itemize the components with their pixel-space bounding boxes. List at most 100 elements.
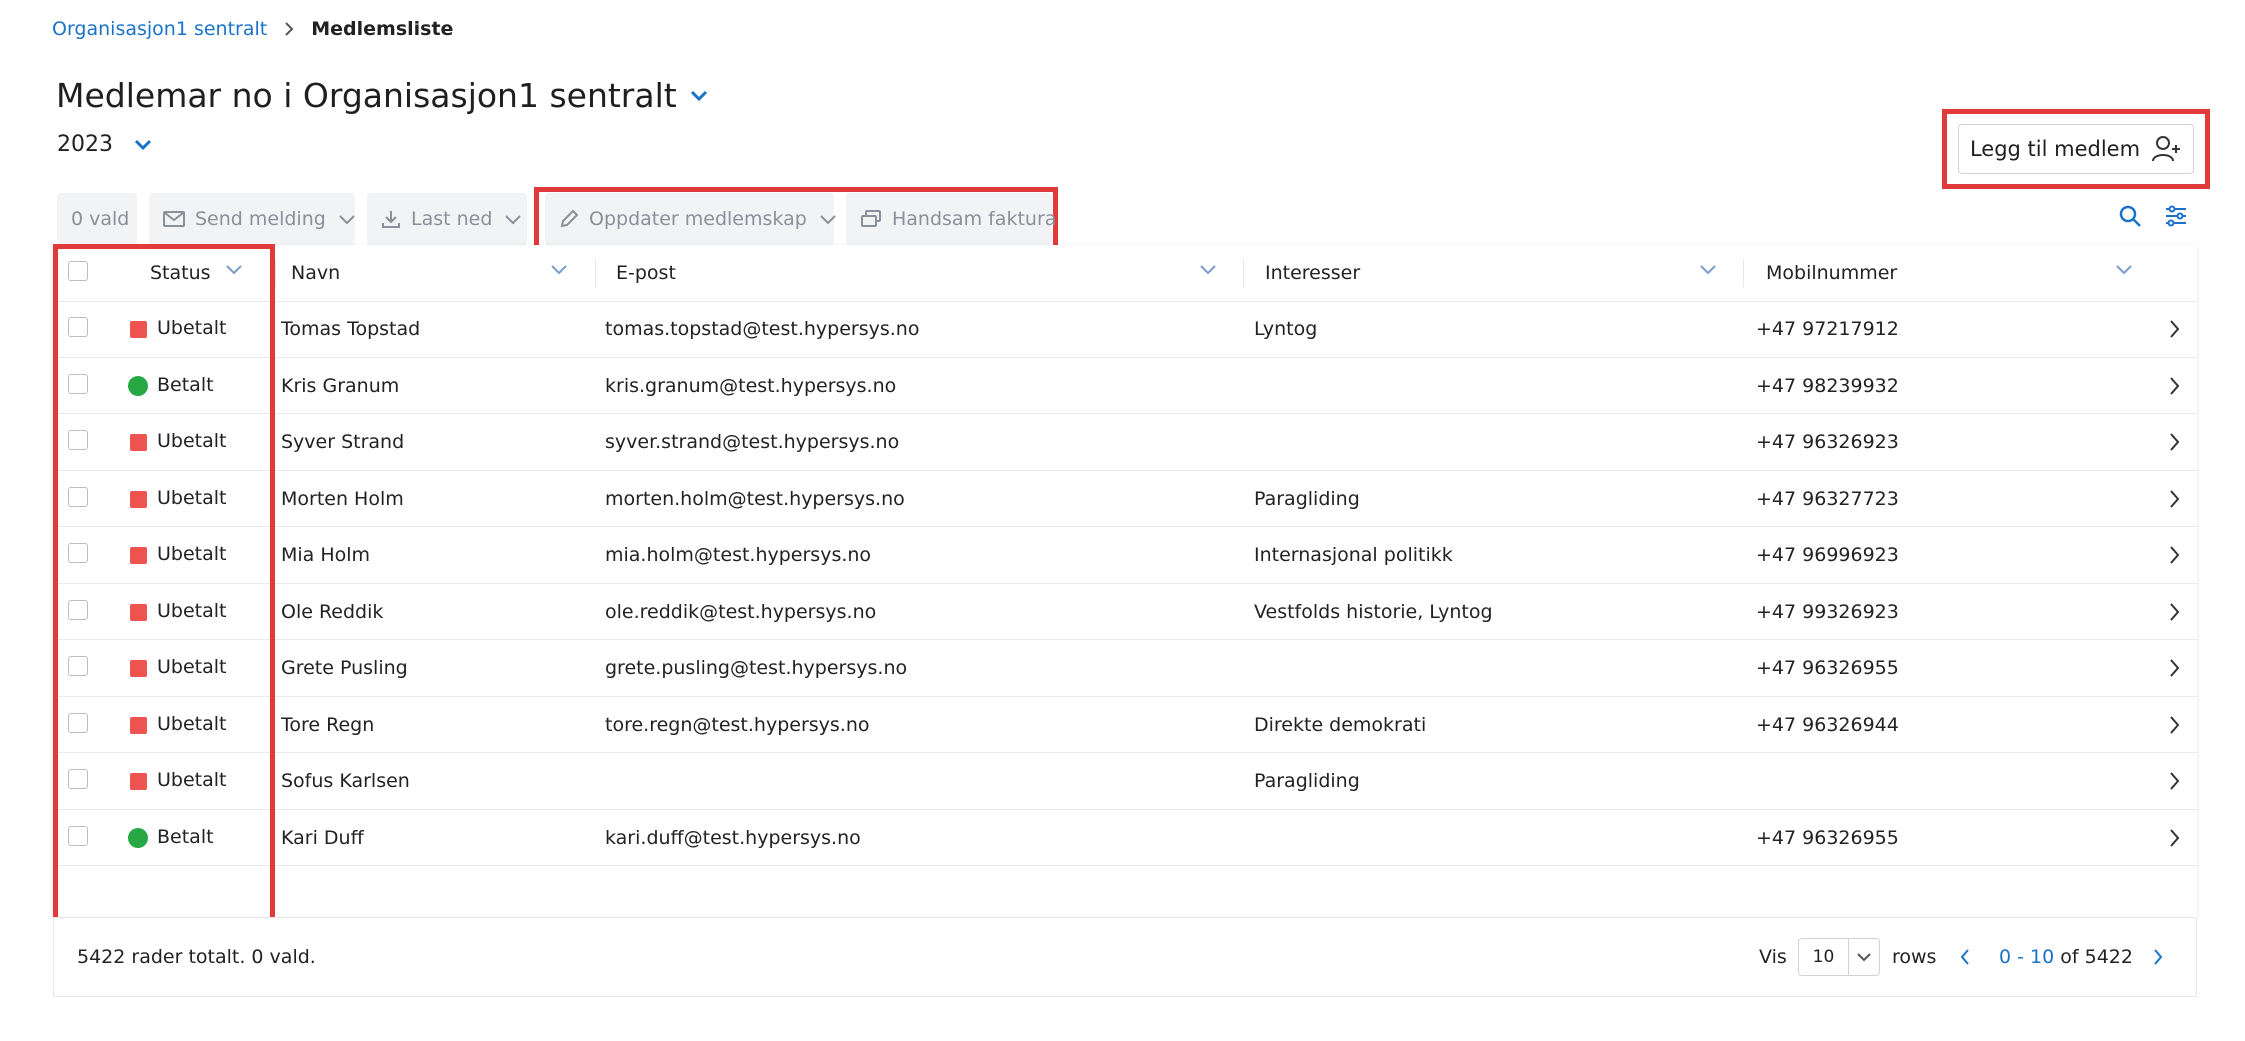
- chevron-right-icon[interactable]: [2152, 948, 2164, 966]
- member-mobile: +47 96326955: [1756, 657, 1899, 679]
- header-mobile[interactable]: Mobilnummer: [1766, 245, 1897, 301]
- table-row[interactable]: Ubetalt Mia Holm mia.holm@test.hypersys.no…: [53, 527, 2197, 584]
- table-row[interactable]: Ubetalt Tore Regn tore.regn@test.hypersys.…: [53, 697, 2197, 753]
- row-checkbox[interactable]: [68, 825, 88, 846]
- page-title-selector[interactable]: Medlemar no i Organisasjon1 sentralt: [56, 76, 709, 115]
- row-checkbox[interactable]: [68, 430, 88, 450]
- header-email[interactable]: E-post: [616, 245, 676, 301]
- chevron-right-icon[interactable]: [2168, 376, 2180, 396]
- page-title: Medlemar no i Organisasjon1 sentralt: [56, 76, 677, 115]
- column-divider: [275, 259, 276, 287]
- header-interests-label: Interesser: [1265, 262, 1361, 284]
- column-divider: [595, 259, 596, 287]
- chevron-right-icon[interactable]: [2168, 545, 2180, 565]
- update-membership-label: Oppdater medlemskap: [589, 208, 807, 230]
- member-mobile: +47 98239932: [1756, 374, 1899, 397]
- row-checkbox[interactable]: [68, 373, 88, 394]
- handle-invoice-button[interactable]: Handsam faktura: [846, 193, 1056, 245]
- status-text: Ubetalt: [157, 656, 227, 678]
- year-selector[interactable]: 2023: [57, 132, 153, 157]
- chevron-right-icon[interactable]: [2168, 715, 2180, 735]
- row-divider: [53, 865, 2197, 866]
- table-row[interactable]: Ubetalt Morten Holm morten.holm@test.hyper…: [53, 471, 2197, 527]
- member-email: syver.strand@test.hypersys.no: [605, 431, 900, 453]
- header-name[interactable]: Navn: [291, 245, 340, 301]
- chevron-right-icon[interactable]: [2168, 432, 2180, 452]
- member-email: grete.pusling@test.hypersys.no: [605, 657, 908, 679]
- chevron-down-icon[interactable]: [1699, 263, 1717, 275]
- filter-sliders-icon[interactable]: [2164, 204, 2188, 228]
- member-name: Mia Holm: [281, 544, 371, 566]
- header-interests[interactable]: Interesser: [1265, 245, 1360, 301]
- chevron-down-icon: [338, 213, 356, 225]
- paid-status-dot: [128, 375, 148, 396]
- header-name-label: Navn: [291, 262, 341, 284]
- total-rows-text: 5422 rader totalt. 0 vald.: [77, 946, 316, 968]
- unpaid-status-square: [130, 490, 147, 508]
- table-row[interactable]: Ubetalt Grete Pusling grete.pusling@test.h…: [53, 640, 2197, 697]
- row-checkbox[interactable]: [68, 486, 88, 507]
- table-footer: 5422 rader totalt. 0 vald. Vis 10 rows 0…: [53, 917, 2197, 997]
- member-name: Ole Reddik: [281, 600, 384, 623]
- member-email: ole.reddik@test.hypersys.no: [605, 600, 877, 623]
- chevron-right-icon[interactable]: [2168, 489, 2180, 509]
- send-message-button[interactable]: Send melding: [149, 193, 355, 245]
- chevron-right-icon[interactable]: [2168, 828, 2180, 848]
- table-row[interactable]: Betalt Kari Duff kari.duff@test.hypersys.n…: [53, 810, 2197, 866]
- table-row[interactable]: Ubetalt Tomas Topstad tomas.topstad@test.h…: [53, 301, 2197, 358]
- row-checkbox[interactable]: [68, 656, 88, 676]
- breadcrumb-parent-link[interactable]: Organisasjon1 sentralt: [52, 18, 267, 40]
- row-checkbox[interactable]: [68, 317, 88, 337]
- member-name: Tomas Topstad: [281, 318, 421, 340]
- member-interests: Internasjonal politikk: [1254, 544, 1453, 566]
- chevron-right-icon[interactable]: [2168, 771, 2180, 791]
- chevron-down-icon[interactable]: [1199, 263, 1217, 275]
- chevron-down-icon: [133, 138, 153, 152]
- member-email: mia.holm@test.hypersys.no: [605, 544, 872, 566]
- member-email: morten.holm@test.hypersys.no: [605, 487, 905, 510]
- row-checkbox[interactable]: [68, 543, 88, 563]
- row-checkbox[interactable]: [68, 712, 88, 733]
- download-button[interactable]: Last ned: [367, 193, 527, 245]
- status-text: Ubetalt: [157, 712, 227, 735]
- paid-status-dot: [128, 827, 148, 848]
- member-interests: Vestfolds historie, Lyntog: [1254, 600, 1493, 623]
- pencil-icon: [559, 209, 579, 229]
- chevron-down-icon: [689, 89, 709, 103]
- add-member-button[interactable]: Legg til medlem: [1958, 124, 2194, 174]
- handle-invoice-label: Handsam faktura: [892, 208, 1057, 230]
- chevron-down-icon[interactable]: [2115, 263, 2133, 275]
- search-icon[interactable]: [2118, 204, 2142, 228]
- download-label: Last ned: [411, 208, 493, 230]
- table-row[interactable]: Ubetalt Sofus Karlsen Paragliding: [53, 753, 2197, 810]
- row-checkbox[interactable]: [68, 769, 88, 789]
- table-row[interactable]: Betalt Kris Granum kris.granum@test.hypers…: [53, 358, 2197, 414]
- status-text: Ubetalt: [157, 486, 227, 509]
- unpaid-status-square: [130, 547, 147, 564]
- header-status[interactable]: Status: [150, 245, 211, 301]
- chevron-down-icon: [504, 213, 522, 225]
- row-checkbox[interactable]: [68, 599, 88, 620]
- status-text: Ubetalt: [157, 599, 227, 622]
- status-text: Ubetalt: [157, 769, 227, 791]
- table-row[interactable]: Ubetalt Syver Strand syver.strand@test.hyp…: [53, 414, 2197, 471]
- chevron-down-icon[interactable]: [225, 263, 243, 275]
- member-interests: Paragliding: [1254, 487, 1360, 510]
- selected-count-label: 0 vald: [71, 208, 130, 230]
- table-tools: [2118, 204, 2188, 228]
- chevron-left-icon[interactable]: [1959, 948, 1971, 966]
- rows-per-page-select[interactable]: 10: [1798, 938, 1880, 976]
- member-mobile: +47 96996923: [1756, 544, 1899, 566]
- unpaid-status-square: [130, 716, 147, 734]
- chevron-right-icon[interactable]: [2168, 602, 2180, 622]
- chevron-down-icon[interactable]: [550, 263, 568, 275]
- member-interests: Paragliding: [1254, 770, 1360, 792]
- table-row[interactable]: Ubetalt Ole Reddik ole.reddik@test.hypersy…: [53, 584, 2197, 640]
- chevron-right-icon[interactable]: [2168, 319, 2180, 339]
- unpaid-status-square: [130, 603, 147, 621]
- pagination-info: 0 - 10 of 5422: [1999, 946, 2133, 968]
- update-membership-button[interactable]: Oppdater medlemskap: [545, 193, 836, 245]
- chevron-right-icon[interactable]: [2168, 658, 2180, 678]
- member-name: Kris Granum: [281, 374, 400, 397]
- select-all-checkbox[interactable]: [68, 261, 88, 281]
